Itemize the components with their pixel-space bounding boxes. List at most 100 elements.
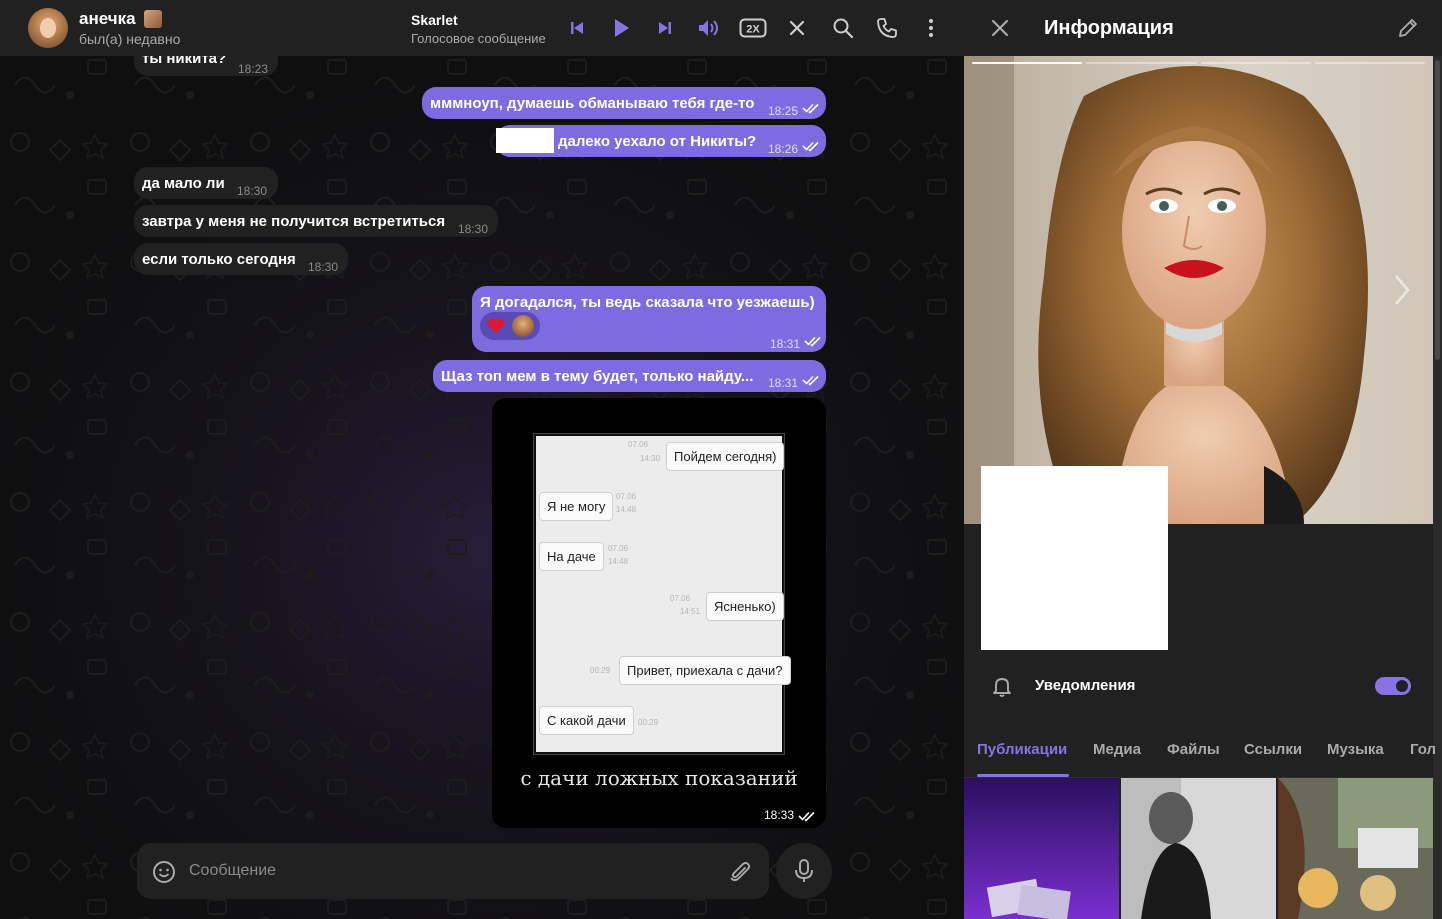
profile-portrait-image <box>964 56 1433 524</box>
scrollbar[interactable] <box>1433 56 1442 919</box>
image-chat-time: 14:48 <box>616 505 637 514</box>
chevron-right-icon[interactable] <box>1392 272 1412 308</box>
bell-icon <box>993 678 1011 697</box>
publication-thumbnail[interactable] <box>1278 778 1433 919</box>
telegram-window: анечка был(а) недавно Skarlet Голосовое … <box>0 0 1442 919</box>
meme-screenshot-image[interactable]: 07.06 14:30 Пойдем сегодня) Я не могу 07… <box>534 434 791 754</box>
player-title[interactable]: Skarlet <box>411 12 458 28</box>
redaction-box <box>496 128 554 153</box>
chat-header: анечка был(а) недавно Skarlet Голосовое … <box>0 0 964 56</box>
notifications-label: Уведомления <box>1035 677 1136 694</box>
image-chat-time: 14:48 <box>608 557 629 566</box>
info-panel: Информация Уведомления Публикации Медиа … <box>964 0 1442 919</box>
tab-links[interactable]: Ссылки <box>1244 741 1302 758</box>
more-icon[interactable] <box>917 14 945 42</box>
tab-media[interactable]: Медиа <box>1093 741 1141 758</box>
peer-emoji-status-icon <box>144 10 162 28</box>
player-subtitle: Голосовое сообщение <box>411 31 546 46</box>
image-chat-bubble: Я не могу <box>539 492 614 521</box>
message-reaction[interactable] <box>480 312 540 340</box>
info-title: Информация <box>1044 17 1174 39</box>
read-checks-icon <box>802 103 819 114</box>
shared-media-tabs: Публикации Медиа Файлы Ссылки Музыка Гол <box>964 728 1436 778</box>
message-time: 18:23 <box>238 62 269 76</box>
phone-icon[interactable] <box>873 14 901 42</box>
edit-icon[interactable] <box>1394 14 1422 42</box>
message-text: если только сегодня <box>142 251 296 268</box>
notifications-toggle[interactable] <box>1375 677 1411 695</box>
search-icon[interactable] <box>829 14 857 42</box>
message-time: 18:25 <box>768 104 799 118</box>
peer-name[interactable]: анечка <box>79 9 136 29</box>
message-text: Я догадался, ты ведь сказала что уезжаеш… <box>480 294 815 311</box>
close-icon[interactable] <box>986 14 1014 42</box>
reactor-avatar <box>512 315 534 337</box>
heart-icon <box>487 318 505 333</box>
message-outgoing[interactable]: Щаз топ мем в тему будет, только найду..… <box>433 360 826 392</box>
meme-caption: с дачи ложных показаний <box>520 766 798 790</box>
read-checks-icon <box>802 375 819 386</box>
image-chat-time: 14:30 <box>640 454 661 463</box>
photo-progress-bars <box>972 62 1425 65</box>
publication-thumbnail[interactable] <box>1121 778 1276 919</box>
image-chat-time: 07.06 <box>628 440 649 449</box>
message-time: 18:30 <box>458 222 489 236</box>
publication-thumbnail[interactable] <box>964 778 1119 919</box>
active-tab-indicator <box>977 774 1069 777</box>
tab-publications[interactable]: Публикации <box>977 741 1067 758</box>
message-composer <box>137 843 769 899</box>
next-track-icon[interactable] <box>651 14 679 42</box>
read-checks-icon <box>804 336 821 347</box>
image-chat-bubble: На даче <box>539 542 604 571</box>
image-chat-bubble: Привет, приехала с дачи? <box>619 656 791 685</box>
message-time: 18:31 <box>770 337 801 351</box>
tab-voice[interactable]: Гол <box>1410 741 1436 758</box>
speed-label: 2X <box>746 24 760 36</box>
image-chat-bubble: Ясненько) <box>706 592 784 621</box>
image-chat-time: 07.06 <box>608 544 629 553</box>
image-chat-time: 00:29 <box>590 666 611 675</box>
mic-button[interactable] <box>776 843 832 899</box>
message-time: 18:30 <box>308 260 339 274</box>
message-incoming[interactable]: если только сегодня 18:30 <box>134 243 348 275</box>
speed-icon[interactable]: 2X <box>739 14 767 42</box>
message-time: 18:33 <box>763 808 794 822</box>
attach-icon[interactable] <box>727 859 753 885</box>
read-checks-icon <box>802 141 819 152</box>
redaction-box <box>981 466 1168 650</box>
message-text: да мало ли <box>142 175 225 192</box>
message-outgoing[interactable]: Я догадался, ты ведь сказала что уезжаеш… <box>472 286 826 352</box>
image-chat-time: 07.06 <box>670 594 691 603</box>
message-time: 18:30 <box>237 184 268 198</box>
message-time: 18:31 <box>768 376 799 390</box>
image-chat-bubble: С какой дачи <box>539 706 634 735</box>
message-incoming[interactable]: да мало ли 18:30 <box>134 167 278 199</box>
message-outgoing[interactable]: мммноуп, думаешь обманываю тебя где-то 1… <box>422 87 826 119</box>
peer-avatar[interactable] <box>28 8 68 48</box>
read-checks-icon <box>798 811 815 822</box>
prev-track-icon[interactable] <box>563 14 591 42</box>
close-player-icon[interactable] <box>783 14 811 42</box>
message-text: Щаз топ мем в тему будет, только найду..… <box>441 368 754 385</box>
volume-icon[interactable] <box>695 14 723 42</box>
mic-icon <box>795 859 813 882</box>
message-text: далеко уехало от Никиты? <box>558 133 757 150</box>
message-text: завтра у меня не получится встретиться <box>142 213 446 230</box>
image-chat-time: 07.06 <box>616 492 637 501</box>
image-chat-time: 00:29 <box>638 718 659 727</box>
media-message[interactable]: 07.06 14:30 Пойдем сегодня) Я не могу 07… <box>492 398 826 828</box>
tab-music[interactable]: Музыка <box>1327 741 1384 758</box>
message-input[interactable] <box>189 861 689 881</box>
message-incoming[interactable]: завтра у меня не получится встретиться 1… <box>134 205 498 237</box>
message-text: мммноуп, думаешь обманываю тебя где-то <box>430 95 755 112</box>
emoji-icon[interactable] <box>151 859 177 885</box>
info-header: Информация <box>964 0 1442 56</box>
tab-files[interactable]: Файлы <box>1167 741 1220 758</box>
play-icon[interactable] <box>607 14 635 42</box>
profile-photo[interactable] <box>964 56 1433 524</box>
image-chat-bubble: Пойдем сегодня) <box>666 442 785 471</box>
peer-status: был(а) недавно <box>79 31 181 47</box>
notifications-row[interactable]: Уведомления <box>964 662 1433 710</box>
chat-panel: анечка был(а) недавно Skarlet Голосовое … <box>0 0 964 919</box>
image-chat-time: 14:51 <box>680 607 701 616</box>
